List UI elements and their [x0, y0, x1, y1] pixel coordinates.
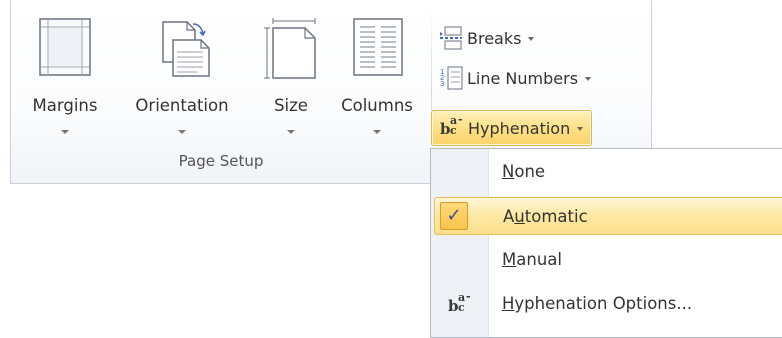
hyphenation-button[interactable]: bac- Hyphenation: [431, 110, 593, 146]
margins-icon: [39, 18, 91, 80]
menu-item-label: None: [502, 162, 546, 181]
chevron-down-icon: [585, 77, 592, 81]
breaks-button[interactable]: Breaks: [431, 22, 542, 54]
menu-item-manual[interactable]: Manual: [434, 241, 782, 279]
orientation-label: Orientation: [135, 96, 229, 115]
group-caption: Page Setup: [178, 152, 264, 170]
columns-icon: [353, 18, 403, 80]
margins-button[interactable]: Margins: [11, 8, 119, 148]
hyphenation-icon: bac-: [448, 290, 471, 315]
chevron-down-icon: [61, 130, 69, 134]
checkmark-icon: ✓: [440, 202, 468, 230]
size-icon: [263, 18, 319, 84]
menu-item-hyphenation-options[interactable]: bac- Hyphenation Options...: [434, 285, 782, 323]
hyphenation-icon: bac-: [440, 113, 463, 138]
columns-button[interactable]: Columns: [329, 8, 425, 148]
chevron-down-icon: [178, 130, 186, 134]
svg-text:3: 3: [440, 80, 444, 88]
chevron-down-icon: [287, 130, 295, 134]
line-numbers-label: Line Numbers: [467, 68, 579, 88]
size-button[interactable]: Size: [255, 8, 327, 148]
chevron-down-icon: [528, 37, 535, 41]
line-numbers-button[interactable]: 1 2 3 Line Numbers: [431, 62, 599, 94]
menu-item-label: Automatic: [503, 207, 588, 226]
menu-item-none[interactable]: None: [434, 153, 782, 191]
orientation-button[interactable]: Orientation: [117, 8, 247, 148]
hyphenation-menu: None ✓ Automatic Manual bac- Hyphenation…: [430, 148, 782, 338]
menu-item-automatic[interactable]: ✓ Automatic: [434, 197, 782, 235]
menu-item-label: Manual: [502, 250, 562, 269]
chevron-down-icon: [373, 130, 381, 134]
breaks-label: Breaks: [467, 28, 522, 48]
margins-label: Margins: [32, 96, 98, 115]
line-numbers-icon: 1 2 3: [439, 66, 463, 90]
hyphenation-label: Hyphenation: [468, 118, 571, 138]
chevron-down-icon: [577, 127, 584, 131]
menu-item-label: Hyphenation Options...: [502, 294, 693, 313]
breaks-icon: [439, 26, 463, 50]
orientation-icon: [157, 18, 211, 82]
columns-label: Columns: [341, 96, 413, 115]
size-label: Size: [274, 96, 308, 115]
